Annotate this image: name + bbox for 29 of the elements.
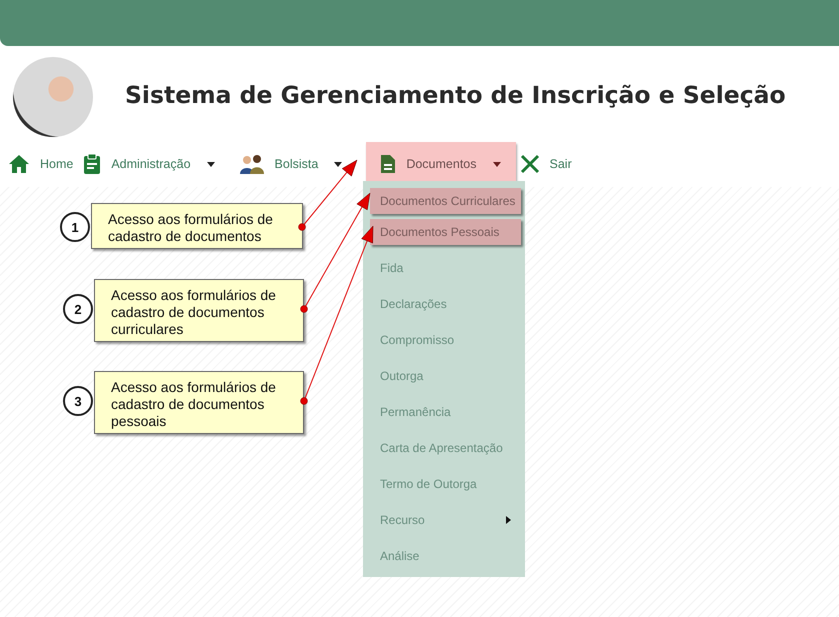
document-icon [380,154,396,174]
nav-label: Administração [111,157,191,171]
home-icon [8,154,30,174]
menu-item[interactable]: Compromisso [363,322,525,358]
clipboard-icon [83,153,102,175]
nav-label: Home [40,157,74,171]
menu-item[interactable]: Recurso [363,502,525,538]
menu-item[interactable]: Declarações [363,286,525,322]
nav-label: Sair [550,157,572,171]
menu-item[interactable]: Carta de Apresentação [363,430,525,466]
page-title: Sistema de Gerenciamento de Inscrição e Seleção [125,81,786,109]
menu-item[interactable]: Termo de Outorga [363,466,525,502]
nav-label: Bolsista [274,157,318,171]
menu-item[interactable]: Documentos Curriculares [370,188,521,214]
callout-note: Acesso aos formulários de cadastro de documentos pessoais [94,371,304,434]
menu-item[interactable]: Análise [363,538,525,574]
menu-item[interactable]: Fida [363,250,525,286]
nav-label: Documentos [406,157,477,171]
nav-item[interactable]: Home [8,142,84,186]
menu-item[interactable]: Documentos Pessoais [370,219,521,245]
menu-item[interactable]: Outorga [363,358,525,394]
menu-item[interactable]: Permanência [363,394,525,430]
nav-item[interactable]: Bolsista [238,142,366,186]
callout-note: Acesso aos formulários de cadastro de documentos curriculares [94,279,304,342]
close-icon [520,154,540,174]
nav-item[interactable]: Administração [83,142,239,186]
people-icon [238,153,265,175]
callout-note: Acesso aos formulários de cadastro de documentos [91,203,303,249]
nav-item[interactable]: Sair [520,142,582,186]
